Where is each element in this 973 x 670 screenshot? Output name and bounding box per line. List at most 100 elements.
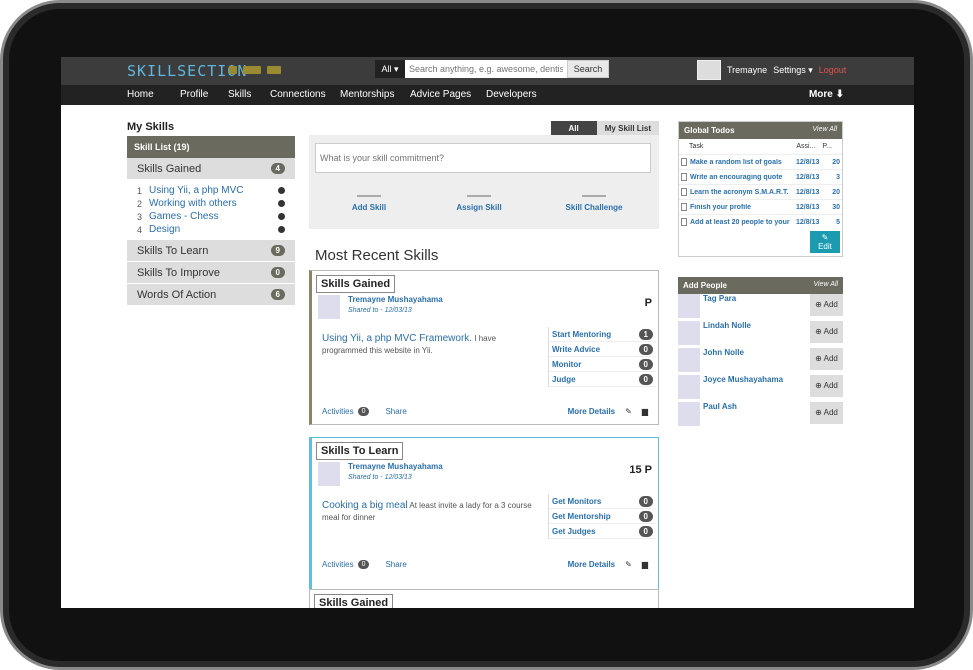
todo-task[interactable]: Make a random list of goals (690, 159, 796, 166)
person-name[interactable]: Tag Para (703, 294, 810, 321)
add-person-button[interactable]: ⊕ Add (810, 321, 843, 343)
add-skill-button[interactable]: Add Skill (329, 183, 409, 212)
avatar[interactable] (697, 60, 721, 80)
nav-developers[interactable]: Developers (486, 89, 537, 100)
start-mentoring-option[interactable]: Start Mentoring 1 (549, 327, 656, 342)
author-name[interactable]: Tremayne Mushayahama (348, 295, 443, 304)
assign-skill-button[interactable]: Assign Skill (439, 183, 519, 212)
todo-checkbox[interactable] (681, 203, 687, 211)
activities-link[interactable]: Activities (322, 560, 354, 569)
todo-row[interactable]: Make a random list of goals 12/8/13 20 (679, 154, 842, 169)
person-name[interactable]: Joyce Mushayahama (703, 375, 810, 402)
tab-all[interactable]: All (550, 121, 597, 136)
todo-row[interactable]: Add at least 20 people to your 12/8/13 5 (679, 214, 842, 229)
todo-checkbox[interactable] (681, 158, 687, 166)
skill-title-link[interactable]: Cooking a big meal (322, 500, 408, 511)
todo-task[interactable]: Write an encouraging quote (690, 174, 796, 181)
todo-task[interactable]: Add at least 20 people to your (690, 219, 796, 226)
nav-connections[interactable]: Connections (270, 89, 326, 100)
count-badge: 0 (638, 495, 653, 507)
edit-icon[interactable]: ✎ (625, 407, 632, 416)
expand-icon[interactable] (278, 226, 285, 233)
skill-title-link[interactable]: Using Yii, a php MVC Framework. (322, 333, 472, 344)
item-label[interactable]: Games - Chess (149, 211, 278, 222)
nav-mentorships[interactable]: Mentorships (340, 89, 394, 100)
settings-menu[interactable]: Settings ▾ (773, 65, 813, 76)
expand-icon[interactable] (278, 213, 285, 220)
expand-icon[interactable] (278, 187, 285, 194)
todo-checkbox[interactable] (681, 188, 687, 196)
search-button[interactable]: Search (567, 60, 609, 78)
edit-button[interactable]: ✎ Edit (810, 231, 840, 253)
nav-skills[interactable]: Skills (228, 89, 251, 100)
person-name[interactable]: Lindah Nolle (703, 321, 810, 348)
share-link[interactable]: Share (385, 560, 406, 569)
col-task[interactable]: Task (689, 143, 796, 150)
group-words-of-action[interactable]: Words Of Action 6 (127, 284, 295, 306)
list-item[interactable]: 1 Using Yii, a php MVC (127, 184, 295, 197)
add-person-button[interactable]: ⊕ Add (810, 402, 843, 424)
skill-challenge-button[interactable]: Skill Challenge (554, 183, 634, 212)
get-monitors-option[interactable]: Get Monitors 0 (549, 494, 656, 509)
expand-icon[interactable] (278, 200, 285, 207)
todo-checkbox[interactable] (681, 173, 687, 181)
commitment-input[interactable] (315, 143, 651, 173)
todo-task[interactable]: Finish your profile (690, 204, 796, 211)
item-label[interactable]: Working with others (149, 198, 278, 209)
judge-option[interactable]: Judge 0 (549, 372, 656, 387)
trash-icon[interactable]: ▆ (642, 560, 648, 569)
search-scope-dropdown[interactable]: All ▾ (375, 60, 405, 78)
list-item[interactable]: 3 Games - Chess (127, 210, 295, 223)
list-item[interactable]: 2 Working with others (127, 197, 295, 210)
person-name[interactable]: Paul Ash (703, 402, 810, 429)
view-all-link[interactable]: View All (813, 281, 838, 290)
activities-link[interactable]: Activities (322, 407, 354, 416)
todo-task[interactable]: Learn the acronym S.M.A.R.T. (690, 189, 796, 196)
count-badge: 0 (270, 267, 285, 278)
add-person-button[interactable]: ⊕ Add (810, 294, 843, 316)
col-assigned[interactable]: Assi... (796, 143, 822, 150)
todo-row[interactable]: Write an encouraging quote 12/8/13 3 (679, 169, 842, 184)
group-skills-to-learn[interactable]: Skills To Learn 9 (127, 240, 295, 262)
nav-home[interactable]: Home (127, 89, 154, 100)
trash-icon[interactable]: ▆ (642, 407, 648, 416)
avatar[interactable] (678, 294, 700, 318)
add-person-button[interactable]: ⊕ Add (810, 375, 843, 397)
search-input[interactable] (405, 60, 567, 78)
avatar[interactable] (678, 348, 700, 372)
item-label[interactable]: Design (149, 224, 278, 235)
group-skills-gained[interactable]: Skills Gained 4 (127, 158, 295, 180)
todo-checkbox[interactable] (681, 218, 687, 226)
logout-link[interactable]: Logout (819, 65, 847, 75)
todo-row[interactable]: Learn the acronym S.M.A.R.T. 12/8/13 20 (679, 184, 842, 199)
col-points[interactable]: P... (822, 143, 832, 150)
avatar[interactable] (318, 462, 340, 486)
write-advice-option[interactable]: Write Advice 0 (549, 342, 656, 357)
author-name[interactable]: Tremayne Mushayahama (348, 462, 443, 471)
list-item[interactable]: 4 Design (127, 223, 295, 236)
item-label[interactable]: Using Yii, a php MVC (149, 185, 278, 196)
tab-my-skill-list[interactable]: My Skill List (596, 121, 659, 136)
avatar[interactable] (318, 295, 340, 319)
envelope-icon[interactable] (243, 66, 261, 74)
nav-more[interactable]: More ⬇ (809, 89, 844, 100)
more-details-link[interactable]: More Details (568, 560, 616, 569)
get-judges-option[interactable]: Get Judges 0 (549, 524, 656, 539)
add-person-button[interactable]: ⊕ Add (810, 348, 843, 370)
avatar[interactable] (678, 321, 700, 345)
avatar[interactable] (678, 402, 700, 426)
more-details-link[interactable]: More Details (568, 407, 616, 416)
monitor-option[interactable]: Monitor 0 (549, 357, 656, 372)
edit-icon[interactable]: ✎ (625, 560, 632, 569)
avatar[interactable] (678, 375, 700, 399)
group-skills-to-improve[interactable]: Skills To Improve 0 (127, 262, 295, 284)
nav-advice-pages[interactable]: Advice Pages (410, 89, 471, 100)
nav-profile[interactable]: Profile (180, 89, 208, 100)
share-link[interactable]: Share (385, 407, 406, 416)
username[interactable]: Tremayne (727, 65, 767, 75)
view-all-link[interactable]: View All (812, 126, 837, 135)
get-mentorship-option[interactable]: Get Mentorship 0 (549, 509, 656, 524)
person-name[interactable]: John Nolle (703, 348, 810, 375)
arrow-icon[interactable] (267, 66, 281, 74)
todo-row[interactable]: Finish your profile 12/8/13 30 (679, 199, 842, 214)
